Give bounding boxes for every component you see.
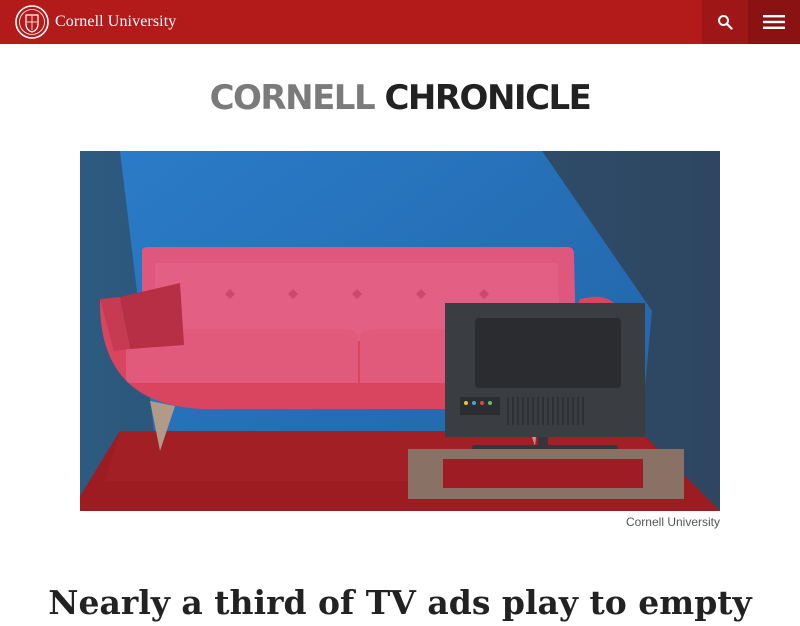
cornell-seal-icon — [15, 5, 49, 39]
hamburger-menu-icon — [763, 15, 785, 29]
image-caption: Cornell University — [625, 515, 720, 529]
search-icon — [718, 15, 733, 30]
masthead-word-chronicle: CHRONICLE — [384, 78, 591, 118]
cornell-chronicle-masthead[interactable]: CORNELL CHRONICLE — [0, 76, 800, 120]
menu-button[interactable] — [748, 0, 800, 44]
masthead-word-cornell: CORNELL — [209, 78, 376, 118]
hero-illustration-couch-and-tv — [80, 151, 720, 511]
university-name: Cornell University — [55, 13, 177, 30]
cornell-home-link[interactable]: Cornell University — [15, 5, 176, 39]
search-button[interactable] — [702, 0, 748, 44]
top-navigation-bar: Cornell University — [0, 0, 800, 44]
article-headline: Nearly a third of TV ads play to empty — [48, 583, 752, 623]
